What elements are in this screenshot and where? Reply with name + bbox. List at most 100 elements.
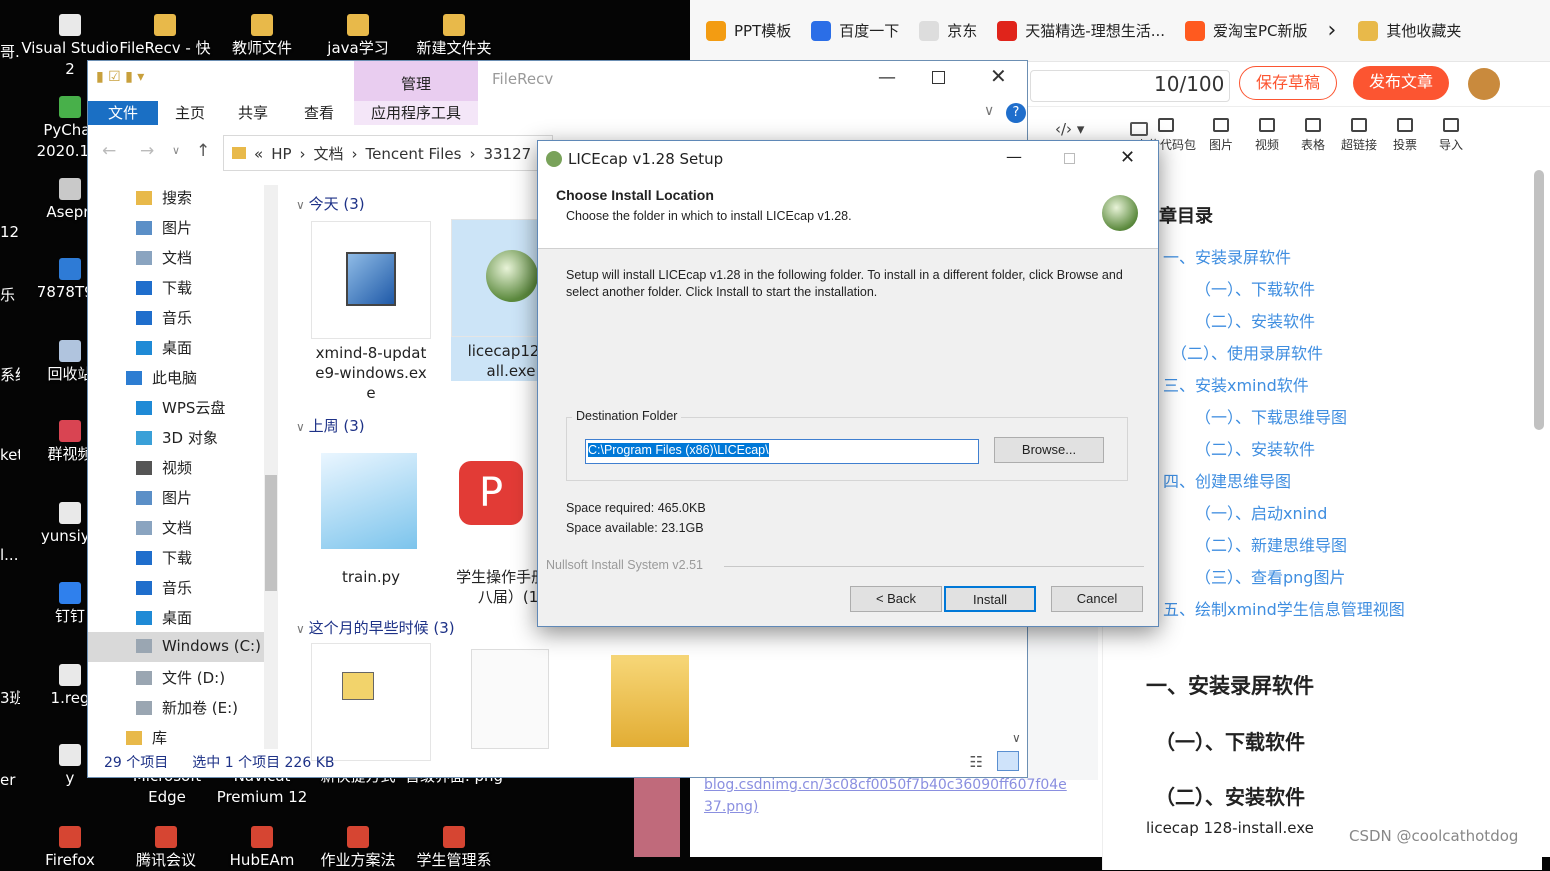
close-icon[interactable]: ✕ (990, 64, 1007, 88)
toolbar-button[interactable]: 图片 (1198, 110, 1244, 162)
forward-arrow-icon[interactable]: → (140, 141, 154, 161)
back-button[interactable]: < Back (850, 586, 942, 612)
desktop-icon-item[interactable]: HubEAm (212, 826, 312, 871)
sidebar-item[interactable]: 音乐 (136, 307, 192, 328)
toc-item[interactable]: （三）、查看png图片 (1195, 564, 1345, 588)
breadcrumb-separator-icon[interactable]: › (300, 145, 306, 163)
toc-item[interactable]: 三、安装xmind软件 (1163, 372, 1309, 396)
sidebar-item[interactable]: 文档 (136, 517, 192, 538)
sidebar-item[interactable]: 文档 (136, 247, 192, 268)
toolbar-button[interactable]: 表格 (1290, 110, 1336, 162)
sidebar-item[interactable]: 下载 (136, 277, 192, 298)
image-link[interactable]: blog.csdnimg.cn/3c08cf0050f7b40c36090ff6… (704, 774, 1074, 818)
toc-item[interactable]: （一）、下载软件 (1195, 276, 1315, 300)
sidebar-item[interactable]: 库 (126, 727, 167, 748)
sidebar-scrollbar-thumb[interactable] (265, 475, 277, 591)
bookmark-item[interactable]: 天猫精选-理想生活... (997, 20, 1165, 41)
avatar[interactable] (1468, 68, 1500, 100)
bookmark-item[interactable]: 爱淘宝PC新版 (1185, 20, 1308, 41)
maximize-icon[interactable] (932, 71, 945, 84)
help-icon[interactable]: ? (1006, 103, 1026, 123)
bookmark-item[interactable]: 百度一下 (811, 20, 899, 41)
large-icons-view-icon[interactable] (997, 751, 1019, 771)
publish-button[interactable]: 发布文章 (1353, 66, 1449, 100)
bookmark-item[interactable]: 京东 (919, 20, 977, 41)
toolbar-button[interactable]: 视频 (1244, 110, 1290, 162)
bookmarks-more-icon[interactable]: › (1328, 18, 1337, 43)
manage-tab-label[interactable]: 管理 (354, 73, 478, 94)
sidebar-item[interactable]: 桌面 (136, 607, 192, 628)
breadcrumb-item[interactable]: Tencent Files (366, 145, 462, 163)
toolbar-button[interactable]: 超链接 (1336, 110, 1382, 162)
ribbon-tab[interactable]: 主页 (160, 101, 220, 125)
toc-item[interactable]: 一、安装录屏软件 (1163, 244, 1291, 268)
sidebar-item[interactable]: 下载 (136, 547, 192, 568)
ribbon-tab[interactable]: 查看 (286, 101, 352, 125)
content-scroll-down-icon[interactable]: ∨ (1012, 731, 1021, 745)
breadcrumb-separator-icon[interactable]: › (352, 145, 358, 163)
file-group-header[interactable]: ∨ 今天 (3) (296, 193, 365, 214)
sidebar-item[interactable]: 图片 (136, 487, 192, 508)
install-button[interactable]: Install (944, 586, 1036, 612)
browse-button[interactable]: Browse... (994, 437, 1104, 463)
toc-item[interactable]: 四、创建思维导图 (1163, 468, 1291, 492)
ribbon-tab[interactable]: 应用程序工具 (354, 101, 478, 125)
save-draft-button[interactable]: 保存草稿 (1239, 66, 1337, 100)
desktop-icon-item[interactable]: Firefox (20, 826, 120, 871)
destination-path-input[interactable]: C:\Program Files (x86)\LICEcap\ (585, 439, 979, 464)
setup-close-icon[interactable]: ✕ (1120, 147, 1135, 168)
minimize-icon[interactable]: — (878, 67, 896, 88)
quick-access-icons[interactable]: ▮ ☑ ▮ ▾ (96, 69, 144, 85)
desktop-icon-item[interactable]: 教师文件 (212, 14, 312, 59)
ribbon-tab[interactable]: 文件 (88, 101, 158, 125)
breadcrumb-separator-icon[interactable]: › (469, 145, 475, 163)
sidebar-item[interactable]: 新加卷 (E:) (136, 697, 238, 718)
desktop-icon-item[interactable]: 腾讯会议 (116, 826, 216, 871)
other-bookmarks[interactable]: 其他收藏夹 (1358, 20, 1461, 41)
toc-scrollbar[interactable] (1534, 170, 1544, 430)
toc-item[interactable]: （一）、下载思维导图 (1195, 404, 1347, 428)
sidebar-item[interactable]: Windows (C:) (136, 637, 261, 655)
sidebar-item[interactable]: 图片 (136, 217, 192, 238)
sidebar-item[interactable]: 桌面 (136, 337, 192, 358)
bookmark-item[interactable]: PPT模板 (706, 20, 791, 41)
recent-dropdown-icon[interactable]: ∨ (172, 144, 180, 157)
cancel-button[interactable]: Cancel (1051, 586, 1143, 612)
setup-minimize-icon[interactable]: — (1006, 147, 1022, 166)
sidebar-item[interactable]: WPS云盘 (136, 397, 225, 418)
toc-item[interactable]: （二）、新建思维导图 (1195, 532, 1347, 556)
desktop-icon-item[interactable]: 新建文件夹 (404, 14, 504, 59)
breadcrumb-item[interactable]: 文档 (314, 145, 344, 163)
sidebar-item[interactable]: 视频 (136, 457, 192, 478)
desktop-icon-item[interactable]: java学习 (308, 14, 408, 59)
details-view-icon[interactable]: ☷ (970, 753, 983, 771)
desktop-icon-item[interactable]: 作业方案法 (308, 826, 408, 871)
back-arrow-icon[interactable]: ← (102, 141, 116, 161)
toc-item[interactable]: （一）、启动xnind (1195, 500, 1327, 524)
file-group-header[interactable]: ∨ 上周 (3) (296, 415, 365, 436)
desktop-icon-item[interactable]: FileRecv - 快 (115, 14, 215, 59)
breadcrumb-item[interactable]: HP (271, 145, 291, 163)
ribbon-expand-icon[interactable]: ∨ (984, 103, 994, 119)
toolbar-button[interactable]: 投票 (1382, 110, 1428, 162)
toc-item[interactable]: （二）、安装软件 (1195, 436, 1315, 460)
breadcrumb-item[interactable]: 33127 (483, 145, 531, 163)
file-item[interactable]: xmind-8-updat e9-windows.ex e (311, 221, 431, 403)
toc-item[interactable]: （二）、安装软件 (1195, 308, 1315, 332)
sidebar-item[interactable]: 此电脑 (126, 367, 197, 388)
desktop-icon-item[interactable]: 学生管理系 (404, 826, 504, 871)
sidebar-item[interactable]: 搜索 (136, 187, 192, 208)
address-bar[interactable]: « HP › 文档 › Tencent Files › 33127 (223, 135, 553, 171)
breadcrumb-separator-icon[interactable]: « (254, 145, 263, 163)
sidebar-item[interactable]: 文件 (D:) (136, 667, 225, 688)
up-arrow-icon[interactable]: ↑ (196, 141, 210, 161)
sidebar-scrollbar[interactable] (264, 185, 278, 749)
file-group-header[interactable]: ∨ 这个月的早些时候 (3) (296, 617, 455, 638)
sidebar-item[interactable]: 音乐 (136, 577, 192, 598)
file-item[interactable]: train.py (311, 445, 431, 587)
toolbar-button[interactable]: 导入 (1428, 110, 1474, 162)
toc-item[interactable]: （二）、使用录屏软件 (1171, 340, 1323, 364)
sidebar-item[interactable]: 3D 对象 (136, 427, 218, 448)
toc-item[interactable]: 五、绘制xmind学生信息管理视图 (1163, 596, 1405, 620)
ribbon-tab[interactable]: 共享 (220, 101, 286, 125)
